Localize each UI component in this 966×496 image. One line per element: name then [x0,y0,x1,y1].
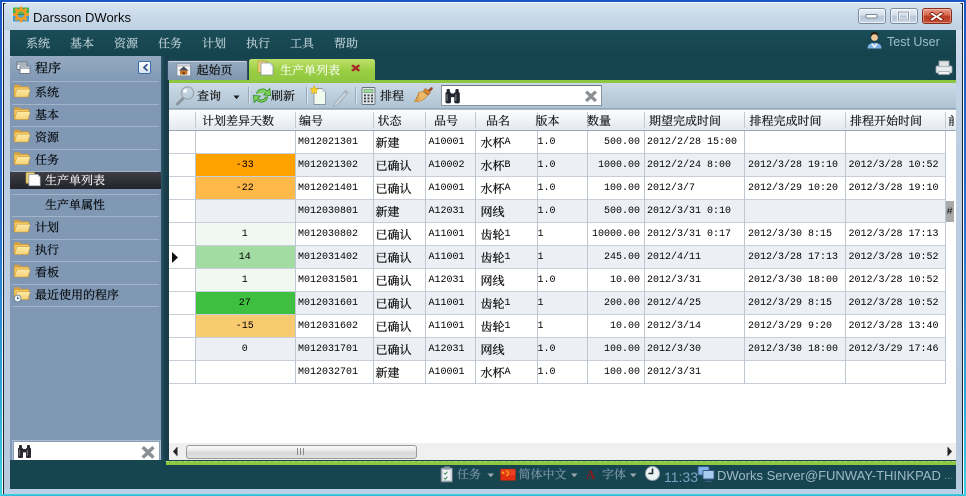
svg-text::: : [595,470,597,477]
